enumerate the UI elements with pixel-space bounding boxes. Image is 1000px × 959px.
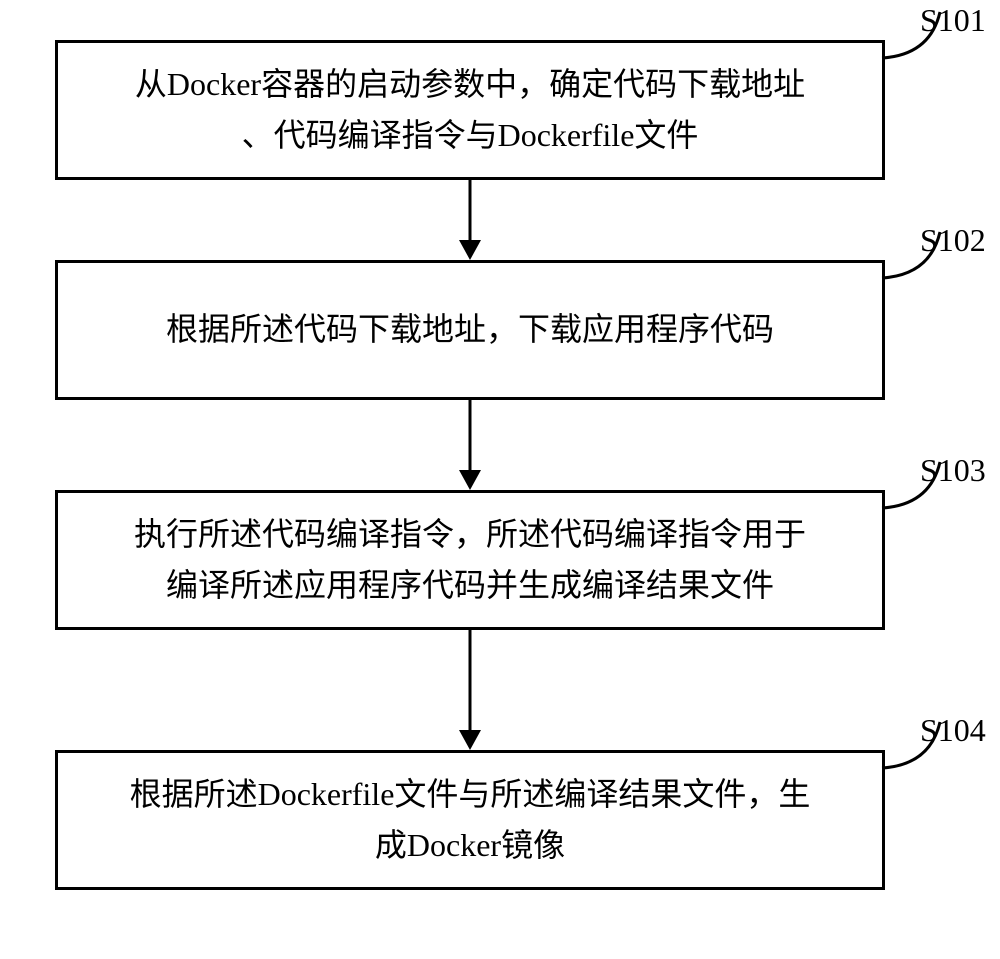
label-s103: S103 [920, 452, 986, 489]
step-s102-text: 根据所述代码下载地址，下载应用程序代码 [166, 304, 774, 355]
label-s101: S101 [920, 2, 986, 39]
step-s101-text: 从Docker容器的启动参数中，确定代码下载地址 、代码编译指令与Dockerf… [135, 59, 805, 161]
step-s103: 执行所述代码编译指令，所述代码编译指令用于 编译所述应用程序代码并生成编译结果文… [55, 490, 885, 630]
label-s102: S102 [920, 222, 986, 259]
label-s104: S104 [920, 712, 986, 749]
step-s101: 从Docker容器的启动参数中，确定代码下载地址 、代码编译指令与Dockerf… [55, 40, 885, 180]
flowchart-canvas: 从Docker容器的启动参数中，确定代码下载地址 、代码编译指令与Dockerf… [0, 0, 1000, 959]
step-s104-text: 根据所述Dockerfile文件与所述编译结果文件，生 成Docker镜像 [130, 769, 811, 871]
step-s102: 根据所述代码下载地址，下载应用程序代码 [55, 260, 885, 400]
step-s104: 根据所述Dockerfile文件与所述编译结果文件，生 成Docker镜像 [55, 750, 885, 890]
step-s103-text: 执行所述代码编译指令，所述代码编译指令用于 编译所述应用程序代码并生成编译结果文… [134, 509, 806, 611]
